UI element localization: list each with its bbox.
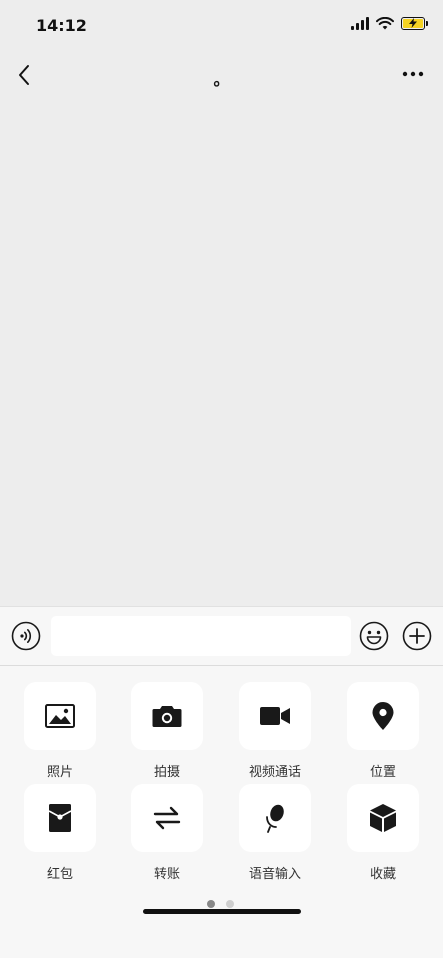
wifi-icon bbox=[376, 17, 394, 30]
video-call-tile[interactable] bbox=[239, 682, 311, 750]
location-label: 位置 bbox=[369, 765, 396, 780]
photo-button[interactable]: 照片 bbox=[24, 682, 96, 780]
voice-input-icon bbox=[266, 804, 284, 833]
battery-charging-icon bbox=[401, 17, 428, 30]
chat-title: 。 bbox=[213, 70, 230, 89]
photo-icon bbox=[45, 704, 75, 728]
status-bar: 14:12 bbox=[0, 0, 443, 50]
favorites-button[interactable]: 收藏 bbox=[347, 784, 419, 882]
red-packet-icon bbox=[48, 804, 72, 832]
status-time: 14:12 bbox=[36, 16, 87, 35]
message-list[interactable] bbox=[0, 98, 443, 606]
favorites-icon bbox=[370, 804, 396, 832]
nav-bar: 。 bbox=[0, 52, 443, 98]
page-dot bbox=[226, 900, 234, 908]
transfer-button[interactable]: 转账 bbox=[131, 784, 203, 882]
location-tile[interactable] bbox=[347, 682, 419, 750]
home-indicator[interactable] bbox=[143, 909, 301, 914]
more-functions-panel: 照片 拍摄 视频通话 位置 红包 转账 语音输入 收藏 bbox=[0, 666, 443, 958]
input-bar bbox=[0, 606, 443, 666]
plus-circle-icon[interactable] bbox=[402, 621, 432, 651]
cellular-signal-icon bbox=[351, 17, 369, 30]
voice-icon[interactable] bbox=[11, 621, 41, 651]
transfer-label: 转账 bbox=[153, 867, 180, 882]
location-icon bbox=[372, 702, 394, 730]
status-icons bbox=[351, 17, 428, 30]
red-packet-label: 红包 bbox=[46, 867, 73, 882]
favorites-tile[interactable] bbox=[347, 784, 419, 852]
page-indicator bbox=[207, 900, 234, 908]
camera-icon bbox=[152, 706, 182, 727]
photo-label: 照片 bbox=[46, 765, 73, 780]
red-packet-tile[interactable] bbox=[24, 784, 96, 852]
more-dots-icon[interactable] bbox=[401, 66, 425, 82]
page-dot-active bbox=[207, 900, 215, 908]
camera-button[interactable]: 拍摄 bbox=[131, 682, 203, 780]
video-call-icon bbox=[260, 707, 290, 725]
emoji-icon[interactable] bbox=[359, 621, 389, 651]
voice-input-label: 语音输入 bbox=[248, 867, 301, 882]
transfer-tile[interactable] bbox=[131, 784, 203, 852]
location-button[interactable]: 位置 bbox=[347, 682, 419, 780]
video-call-label: 视频通话 bbox=[248, 765, 301, 780]
voice-input-button[interactable]: 语音输入 bbox=[239, 784, 311, 882]
camera-tile[interactable] bbox=[131, 682, 203, 750]
video-call-button[interactable]: 视频通话 bbox=[239, 682, 311, 780]
camera-label: 拍摄 bbox=[153, 765, 180, 780]
voice-input-tile[interactable] bbox=[239, 784, 311, 852]
favorites-label: 收藏 bbox=[369, 867, 396, 882]
red-packet-button[interactable]: 红包 bbox=[24, 784, 96, 882]
photo-tile[interactable] bbox=[24, 682, 96, 750]
transfer-icon bbox=[153, 806, 181, 830]
message-input[interactable] bbox=[51, 616, 351, 656]
